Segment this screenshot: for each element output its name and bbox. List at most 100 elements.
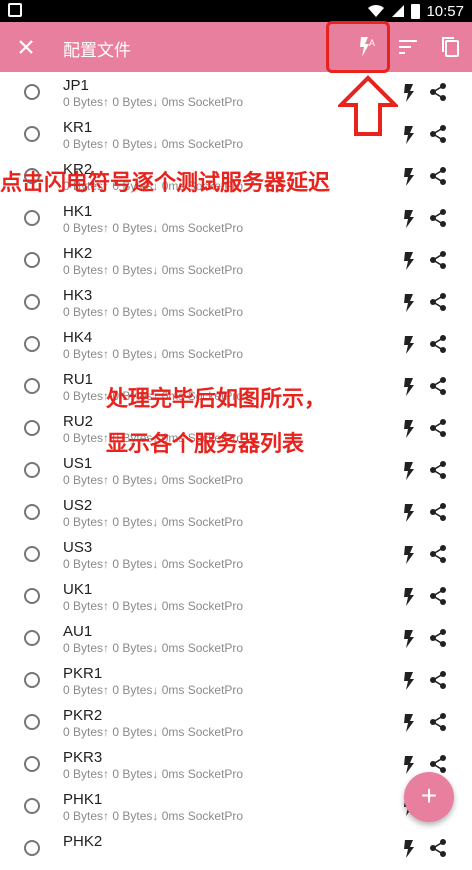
share-icon[interactable] bbox=[428, 82, 448, 102]
bolt-icon[interactable] bbox=[402, 167, 416, 187]
server-row[interactable]: PHK2 bbox=[0, 828, 472, 870]
server-row[interactable]: AU1 0 Bytes↑ 0 Bytes↓ 0ms SocketPro bbox=[0, 618, 472, 660]
server-stats: 0 Bytes↑ 0 Bytes↓ 0ms SocketPro bbox=[63, 599, 244, 613]
share-icon[interactable] bbox=[428, 124, 448, 144]
server-stats: 0 Bytes↑ 0 Bytes↓ 0ms SocketPro bbox=[63, 137, 244, 151]
select-radio[interactable] bbox=[24, 504, 40, 520]
share-icon[interactable] bbox=[428, 166, 448, 186]
copy-icon[interactable] bbox=[438, 35, 462, 59]
bolt-icon[interactable] bbox=[402, 839, 416, 859]
server-row[interactable]: US3 0 Bytes↑ 0 Bytes↓ 0ms SocketPro bbox=[0, 534, 472, 576]
server-row[interactable]: UK1 0 Bytes↑ 0 Bytes↓ 0ms SocketPro bbox=[0, 576, 472, 618]
bolt-icon[interactable] bbox=[402, 503, 416, 523]
select-radio[interactable] bbox=[24, 756, 40, 772]
server-row[interactable]: PHK1 0 Bytes↑ 0 Bytes↓ 0ms SocketPro bbox=[0, 786, 472, 828]
server-name: RU2 bbox=[63, 413, 94, 430]
share-icon[interactable] bbox=[428, 460, 448, 480]
select-radio[interactable] bbox=[24, 126, 40, 142]
bolt-icon[interactable] bbox=[402, 377, 416, 397]
select-radio[interactable] bbox=[24, 840, 40, 856]
bolt-icon[interactable] bbox=[402, 335, 416, 355]
server-row[interactable]: PKR3 0 Bytes↑ 0 Bytes↓ 0ms SocketPro bbox=[0, 744, 472, 786]
highlight-box bbox=[326, 21, 390, 73]
share-icon[interactable] bbox=[428, 712, 448, 732]
bolt-icon[interactable] bbox=[402, 713, 416, 733]
share-icon[interactable] bbox=[428, 292, 448, 312]
server-name: PKR2 bbox=[63, 707, 103, 724]
select-radio[interactable] bbox=[24, 546, 40, 562]
share-icon[interactable] bbox=[428, 250, 448, 270]
server-row[interactable]: JP1 0 Bytes↑ 0 Bytes↓ 0ms SocketPro bbox=[0, 72, 472, 114]
bolt-icon[interactable] bbox=[402, 125, 416, 145]
select-radio[interactable] bbox=[24, 630, 40, 646]
server-stats: 0 Bytes↑ 0 Bytes↓ 0ms SocketPro bbox=[63, 767, 244, 781]
select-radio[interactable] bbox=[24, 294, 40, 310]
battery-icon bbox=[411, 3, 421, 19]
select-radio[interactable] bbox=[24, 336, 40, 352]
server-row[interactable]: PKR1 0 Bytes↑ 0 Bytes↓ 0ms SocketPro bbox=[0, 660, 472, 702]
add-icon: + bbox=[420, 780, 438, 811]
server-row[interactable]: HK3 0 Bytes↑ 0 Bytes↓ 0ms SocketPro bbox=[0, 282, 472, 324]
select-radio[interactable] bbox=[24, 672, 40, 688]
server-row[interactable]: HK1 0 Bytes↑ 0 Bytes↓ 0ms SocketPro bbox=[0, 198, 472, 240]
select-radio[interactable] bbox=[24, 252, 40, 268]
server-name: PHK1 bbox=[63, 791, 103, 808]
select-radio[interactable] bbox=[24, 588, 40, 604]
annotation-tap-bolt: 点击闪电符号逐个测试服务器延迟 bbox=[0, 170, 331, 195]
server-name: UK1 bbox=[63, 581, 93, 598]
bolt-icon[interactable] bbox=[402, 209, 416, 229]
share-icon[interactable] bbox=[428, 418, 448, 438]
select-radio[interactable] bbox=[24, 84, 40, 100]
page-title: 配置文件 bbox=[63, 41, 131, 60]
bolt-icon[interactable] bbox=[402, 587, 416, 607]
share-icon[interactable] bbox=[428, 586, 448, 606]
share-icon[interactable] bbox=[428, 754, 448, 774]
share-icon[interactable] bbox=[428, 670, 448, 690]
share-icon[interactable] bbox=[428, 544, 448, 564]
app-toolbar: 配置文件 A bbox=[0, 22, 472, 72]
select-radio[interactable] bbox=[24, 420, 40, 436]
server-row[interactable]: HK4 0 Bytes↑ 0 Bytes↓ 0ms SocketPro bbox=[0, 324, 472, 366]
share-icon[interactable] bbox=[428, 334, 448, 354]
server-name: HK4 bbox=[63, 329, 93, 346]
wifi-icon bbox=[368, 4, 385, 17]
select-radio[interactable] bbox=[24, 714, 40, 730]
select-radio[interactable] bbox=[24, 462, 40, 478]
server-stats: 0 Bytes↑ 0 Bytes↓ 0ms SocketPro bbox=[63, 515, 244, 529]
server-row[interactable]: HK2 0 Bytes↑ 0 Bytes↓ 0ms SocketPro bbox=[0, 240, 472, 282]
server-name: US1 bbox=[63, 455, 93, 472]
add-button[interactable]: + bbox=[404, 772, 454, 822]
server-stats: 0 Bytes↑ 0 Bytes↓ 0ms SocketPro bbox=[63, 305, 244, 319]
server-name: PHK2 bbox=[63, 833, 103, 850]
bolt-icon[interactable] bbox=[402, 545, 416, 565]
server-row[interactable]: US2 0 Bytes↑ 0 Bytes↓ 0ms SocketPro bbox=[0, 492, 472, 534]
server-stats: 0 Bytes↑ 0 Bytes↓ 0ms SocketPro bbox=[63, 95, 244, 109]
select-radio[interactable] bbox=[24, 798, 40, 814]
server-name: PKR3 bbox=[63, 749, 103, 766]
server-row[interactable]: KR1 0 Bytes↑ 0 Bytes↓ 0ms SocketPro bbox=[0, 114, 472, 156]
bolt-icon[interactable] bbox=[402, 629, 416, 649]
server-row[interactable]: PKR2 0 Bytes↑ 0 Bytes↓ 0ms SocketPro bbox=[0, 702, 472, 744]
sort-icon[interactable] bbox=[396, 35, 420, 59]
bolt-icon[interactable] bbox=[402, 251, 416, 271]
share-icon[interactable] bbox=[428, 502, 448, 522]
select-radio[interactable] bbox=[24, 378, 40, 394]
share-icon[interactable] bbox=[428, 838, 448, 858]
bolt-icon[interactable] bbox=[402, 293, 416, 313]
clock: 10:57 bbox=[426, 2, 464, 20]
server-name: US3 bbox=[63, 539, 93, 556]
bolt-icon[interactable] bbox=[402, 419, 416, 439]
share-icon[interactable] bbox=[428, 376, 448, 396]
status-bar: 10:57 bbox=[0, 0, 472, 22]
bolt-icon[interactable] bbox=[402, 83, 416, 103]
bolt-icon[interactable] bbox=[402, 461, 416, 481]
select-radio[interactable] bbox=[24, 210, 40, 226]
up-arrow-icon bbox=[338, 75, 398, 136]
bolt-icon[interactable] bbox=[402, 671, 416, 691]
server-name: KR1 bbox=[63, 119, 93, 136]
share-icon[interactable] bbox=[428, 208, 448, 228]
close-icon[interactable] bbox=[14, 35, 38, 59]
server-name: JP1 bbox=[63, 77, 89, 94]
share-icon[interactable] bbox=[428, 628, 448, 648]
server-name: PKR1 bbox=[63, 665, 103, 682]
